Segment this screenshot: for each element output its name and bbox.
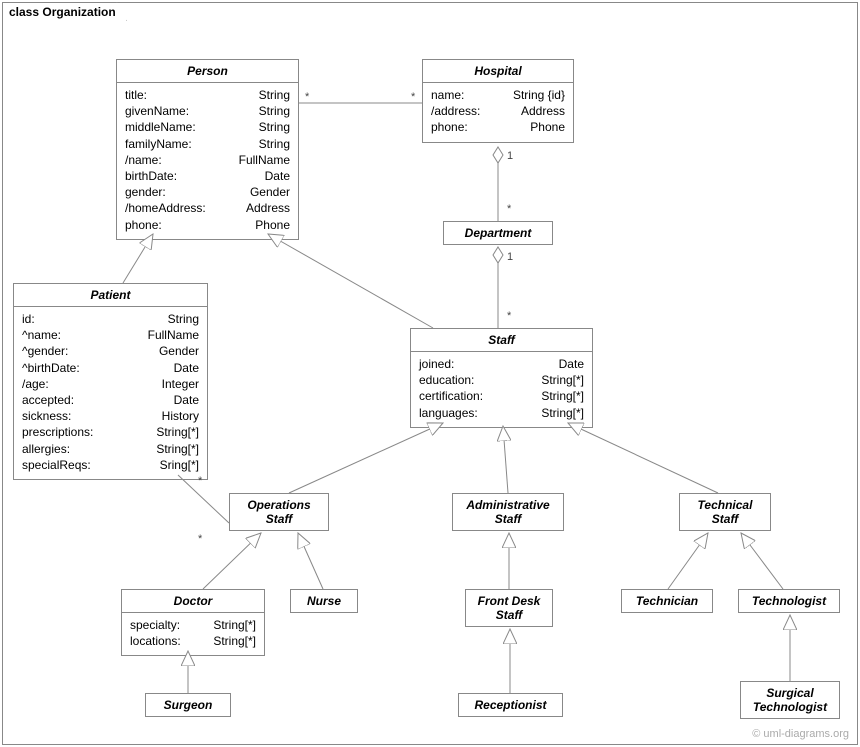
class-surgeon: Surgeon <box>145 693 231 717</box>
diagram-frame: class Organization Person title:String g… <box>2 2 858 745</box>
class-title: Staff <box>453 512 563 530</box>
frame-title: class Organization <box>2 2 127 21</box>
class-staff: Staff joined:Date education:String[*] ce… <box>410 328 593 428</box>
class-title: Surgeon <box>146 694 230 716</box>
class-hospital: Hospital name:String {id} /address:Addre… <box>422 59 574 143</box>
class-title: Nurse <box>291 590 357 612</box>
class-administrative-staff: Administrative Staff <box>452 493 564 531</box>
watermark: © uml-diagrams.org <box>752 728 849 740</box>
class-title: Person <box>117 60 298 83</box>
class-title: Technologist <box>741 700 839 718</box>
multiplicity: * <box>198 475 202 487</box>
class-attrs: joined:Date education:String[*] certific… <box>411 352 592 427</box>
multiplicity: * <box>305 91 309 103</box>
class-frontdesk-staff: Front Desk Staff <box>465 589 553 627</box>
class-title: Technical <box>680 494 770 512</box>
class-title: Technologist <box>739 590 839 612</box>
multiplicity: 1 <box>507 150 513 162</box>
class-technical-staff: Technical Staff <box>679 493 771 531</box>
class-title: Operations <box>230 494 328 512</box>
class-attrs: title:String givenName:String middleName… <box>117 83 298 239</box>
class-title: Hospital <box>423 60 573 83</box>
multiplicity: * <box>507 203 511 215</box>
multiplicity: * <box>198 533 202 545</box>
class-title: Staff <box>411 329 592 352</box>
class-technologist: Technologist <box>738 589 840 613</box>
class-title: Administrative <box>453 494 563 512</box>
class-surgical-technologist: Surgical Technologist <box>740 681 840 719</box>
class-title: Doctor <box>122 590 264 613</box>
class-doctor: Doctor specialty:String[*] locations:Str… <box>121 589 265 656</box>
class-technician: Technician <box>621 589 713 613</box>
class-title: Surgical <box>741 682 839 700</box>
class-title: Patient <box>14 284 207 307</box>
class-attrs: id:String ^name:FullName ^gender:Gender … <box>14 307 207 479</box>
class-title: Front Desk <box>466 590 552 608</box>
class-attrs: specialty:String[*] locations:String[*] <box>122 613 264 655</box>
multiplicity: 1 <box>507 251 513 263</box>
class-title: Technician <box>622 590 712 612</box>
multiplicity: * <box>411 91 415 103</box>
class-title: Staff <box>230 512 328 530</box>
class-title: Department <box>444 222 552 244</box>
multiplicity: * <box>507 310 511 322</box>
class-title: Staff <box>680 512 770 530</box>
class-attrs: name:String {id} /address:Address phone:… <box>423 83 573 142</box>
class-person: Person title:String givenName:String mid… <box>116 59 299 240</box>
class-department: Department <box>443 221 553 245</box>
class-receptionist: Receptionist <box>458 693 563 717</box>
class-title: Staff <box>466 608 552 626</box>
class-nurse: Nurse <box>290 589 358 613</box>
class-operations-staff: Operations Staff <box>229 493 329 531</box>
class-title: Receptionist <box>459 694 562 716</box>
class-patient: Patient id:String ^name:FullName ^gender… <box>13 283 208 480</box>
